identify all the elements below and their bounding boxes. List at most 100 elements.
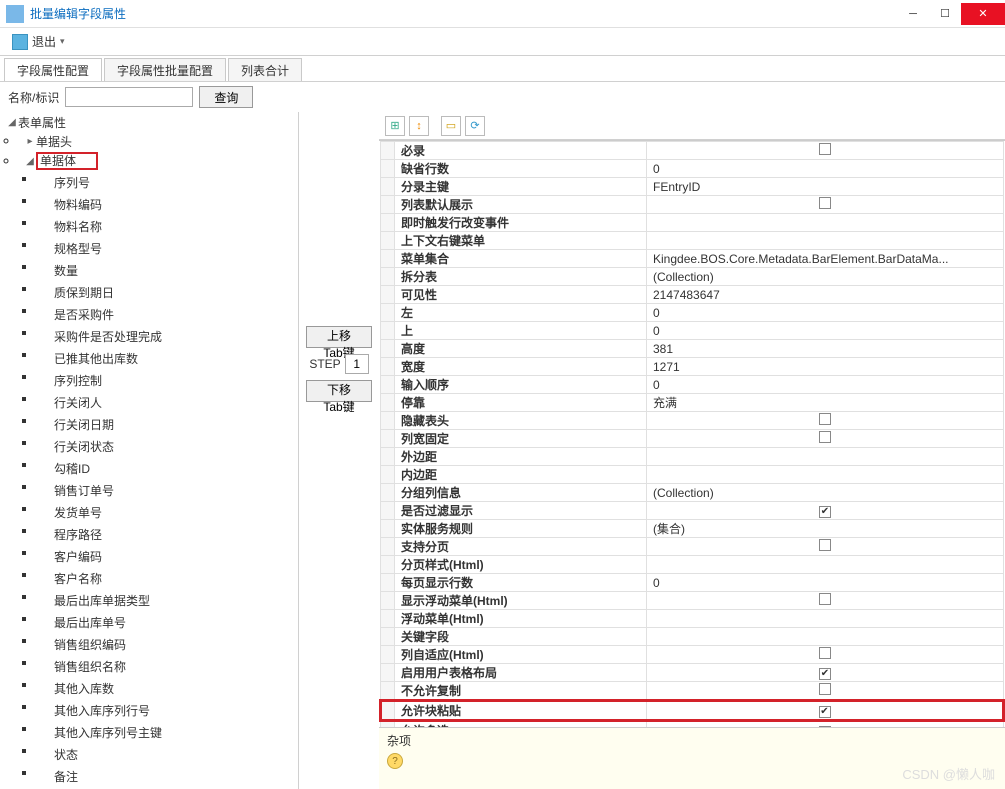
property-row[interactable]: 分录主键FEntryID xyxy=(381,178,1004,196)
property-row[interactable]: 菜单集合Kingdee.BOS.Core.Metadata.BarElement… xyxy=(381,250,1004,268)
checkbox[interactable] xyxy=(819,143,831,155)
tree-item[interactable]: 质保到期日 xyxy=(36,280,298,302)
tree-item[interactable]: 物料名称 xyxy=(36,214,298,236)
property-row[interactable]: 上0 xyxy=(381,322,1004,340)
mid-panel: 上移Tab键 STEP 下移Tab键 xyxy=(299,112,379,789)
tree-item[interactable]: 销售订单号 xyxy=(36,478,298,500)
doc-icon[interactable]: ▭ xyxy=(441,116,461,136)
tree-item[interactable]: 采购件是否处理完成 xyxy=(36,324,298,346)
search-row: 名称/标识 查询 xyxy=(0,82,1005,112)
checkbox[interactable] xyxy=(819,431,831,443)
tree-item[interactable]: 客户编码 xyxy=(36,544,298,566)
tree-item[interactable]: 物料编码 xyxy=(36,192,298,214)
checkbox[interactable] xyxy=(819,683,831,695)
close-button[interactable]: ✕ xyxy=(961,3,1005,25)
maximize-button[interactable]: ☐ xyxy=(929,3,961,25)
property-row[interactable]: 关键字段 xyxy=(381,628,1004,646)
tab-field-config[interactable]: 字段属性配置 xyxy=(4,58,102,81)
property-row[interactable]: 可见性2147483647 xyxy=(381,286,1004,304)
property-row[interactable]: 隐藏表头 xyxy=(381,412,1004,430)
refresh-icon[interactable]: ⟳ xyxy=(465,116,485,136)
property-row[interactable]: 宽度1271 xyxy=(381,358,1004,376)
property-row[interactable]: 分组列信息(Collection) xyxy=(381,484,1004,502)
tree-item[interactable]: 最后出库单据类型 xyxy=(36,588,298,610)
property-row[interactable]: 输入顺序0 xyxy=(381,376,1004,394)
exit-button[interactable]: 退出 ▾ xyxy=(6,31,71,52)
search-input[interactable] xyxy=(65,87,193,107)
property-row[interactable]: 拆分表(Collection) xyxy=(381,268,1004,286)
property-row[interactable]: 高度381 xyxy=(381,340,1004,358)
tab-list-sum[interactable]: 列表合计 xyxy=(228,58,302,81)
tree-item[interactable]: 其他入库序列号主键 xyxy=(36,720,298,742)
categorize-icon[interactable]: ⊞ xyxy=(385,116,405,136)
property-row[interactable]: 左0 xyxy=(381,304,1004,322)
tree-body[interactable]: ◢单据体序列号物料编码物料名称规格型号数量质保到期日是否采购件采购件是否处理完成… xyxy=(18,151,298,789)
tree-item[interactable]: 其他入库序列行号 xyxy=(36,698,298,720)
property-row[interactable]: 列表默认展示 xyxy=(381,196,1004,214)
checkbox[interactable] xyxy=(819,197,831,209)
app-icon xyxy=(6,5,24,23)
property-row[interactable]: 列自适应(Html) xyxy=(381,646,1004,664)
sort-icon[interactable]: ↕ xyxy=(409,116,429,136)
tree-root[interactable]: ◢表单属性▸单据头◢单据体序列号物料编码物料名称规格型号数量质保到期日是否采购件… xyxy=(0,112,298,789)
property-row[interactable]: 实体服务规则(集合) xyxy=(381,520,1004,538)
property-row[interactable]: 每页显示行数0 xyxy=(381,574,1004,592)
checkbox[interactable] xyxy=(819,706,831,718)
property-row[interactable]: 不允许复制 xyxy=(381,682,1004,701)
property-grid[interactable]: 必录缺省行数0分录主键FEntryID列表默认展示即时触发行改变事件上下文右键菜… xyxy=(379,141,1005,727)
property-row[interactable]: 内边距 xyxy=(381,466,1004,484)
property-row[interactable]: 启用用户表格布局 xyxy=(381,664,1004,682)
tree-item[interactable]: 序列控制 xyxy=(36,368,298,390)
property-row[interactable]: 外边距 xyxy=(381,448,1004,466)
search-button[interactable]: 查询 xyxy=(199,86,253,108)
checkbox[interactable] xyxy=(819,413,831,425)
tree-item[interactable]: 勾稽ID xyxy=(36,456,298,478)
property-row[interactable]: 缺省行数0 xyxy=(381,160,1004,178)
tree-item[interactable]: 程序路径 xyxy=(36,522,298,544)
tree-item[interactable]: 行关闭状态 xyxy=(36,434,298,456)
property-row[interactable]: 分页样式(Html) xyxy=(381,556,1004,574)
help-icon[interactable]: ? xyxy=(387,753,403,769)
tree-item[interactable]: 状态 xyxy=(36,742,298,764)
tab-batch-config[interactable]: 字段属性批量配置 xyxy=(104,58,226,81)
tree-item[interactable]: 行关闭日期 xyxy=(36,412,298,434)
tree-item[interactable]: 序列号 xyxy=(36,170,298,192)
checkbox[interactable] xyxy=(819,539,831,551)
checkbox[interactable] xyxy=(819,668,831,680)
step-input[interactable] xyxy=(345,354,369,374)
right-panel: ⊞ ↕ ▭ ⟳ 必录缺省行数0分录主键FEntryID列表默认展示即时触发行改变… xyxy=(379,112,1005,789)
tree-item[interactable]: 最后出库单号 xyxy=(36,610,298,632)
tree-item[interactable]: 其他入库数 xyxy=(36,676,298,698)
checkbox[interactable] xyxy=(819,647,831,659)
tree-item[interactable]: 销售组织编码 xyxy=(36,632,298,654)
checkbox[interactable] xyxy=(819,726,831,727)
property-row[interactable]: 显示浮动菜单(Html) xyxy=(381,592,1004,610)
tree-item[interactable]: 规格型号 xyxy=(36,236,298,258)
property-row[interactable]: 允许块粘贴 xyxy=(381,701,1004,721)
checkbox[interactable] xyxy=(819,593,831,605)
property-row[interactable]: 停靠充满 xyxy=(381,394,1004,412)
tree-item[interactable]: 是否采购件 xyxy=(36,302,298,324)
checkbox[interactable] xyxy=(819,506,831,518)
tab-up-button[interactable]: 上移Tab键 xyxy=(306,326,372,348)
tree[interactable]: ◢表单属性▸单据头◢单据体序列号物料编码物料名称规格型号数量质保到期日是否采购件… xyxy=(0,112,298,789)
tree-item[interactable]: 发货单号 xyxy=(36,500,298,522)
property-row[interactable]: 必录 xyxy=(381,142,1004,160)
property-row[interactable]: 支持分页 xyxy=(381,538,1004,556)
property-row[interactable]: 列宽固定 xyxy=(381,430,1004,448)
property-row[interactable]: 是否过滤显示 xyxy=(381,502,1004,520)
property-row[interactable]: 即时触发行改变事件 xyxy=(381,214,1004,232)
tree-item[interactable]: 已推其他出库数 xyxy=(36,346,298,368)
tree-item[interactable]: 备注 xyxy=(36,764,298,786)
tree-item[interactable]: 客户名称 xyxy=(36,566,298,588)
tree-item[interactable]: 数量 xyxy=(36,258,298,280)
tree-item[interactable]: 行关闭人 xyxy=(36,390,298,412)
misc-title: 杂项 xyxy=(387,732,997,749)
property-row[interactable]: 允许多选 xyxy=(381,721,1004,728)
property-row[interactable]: 浮动菜单(Html) xyxy=(381,610,1004,628)
property-row[interactable]: 上下文右键菜单 xyxy=(381,232,1004,250)
tab-down-button[interactable]: 下移Tab键 xyxy=(306,380,372,402)
minimize-button[interactable]: ─ xyxy=(897,3,929,25)
tree-head[interactable]: ▸单据头 xyxy=(18,131,298,151)
tree-item[interactable]: 销售组织名称 xyxy=(36,654,298,676)
